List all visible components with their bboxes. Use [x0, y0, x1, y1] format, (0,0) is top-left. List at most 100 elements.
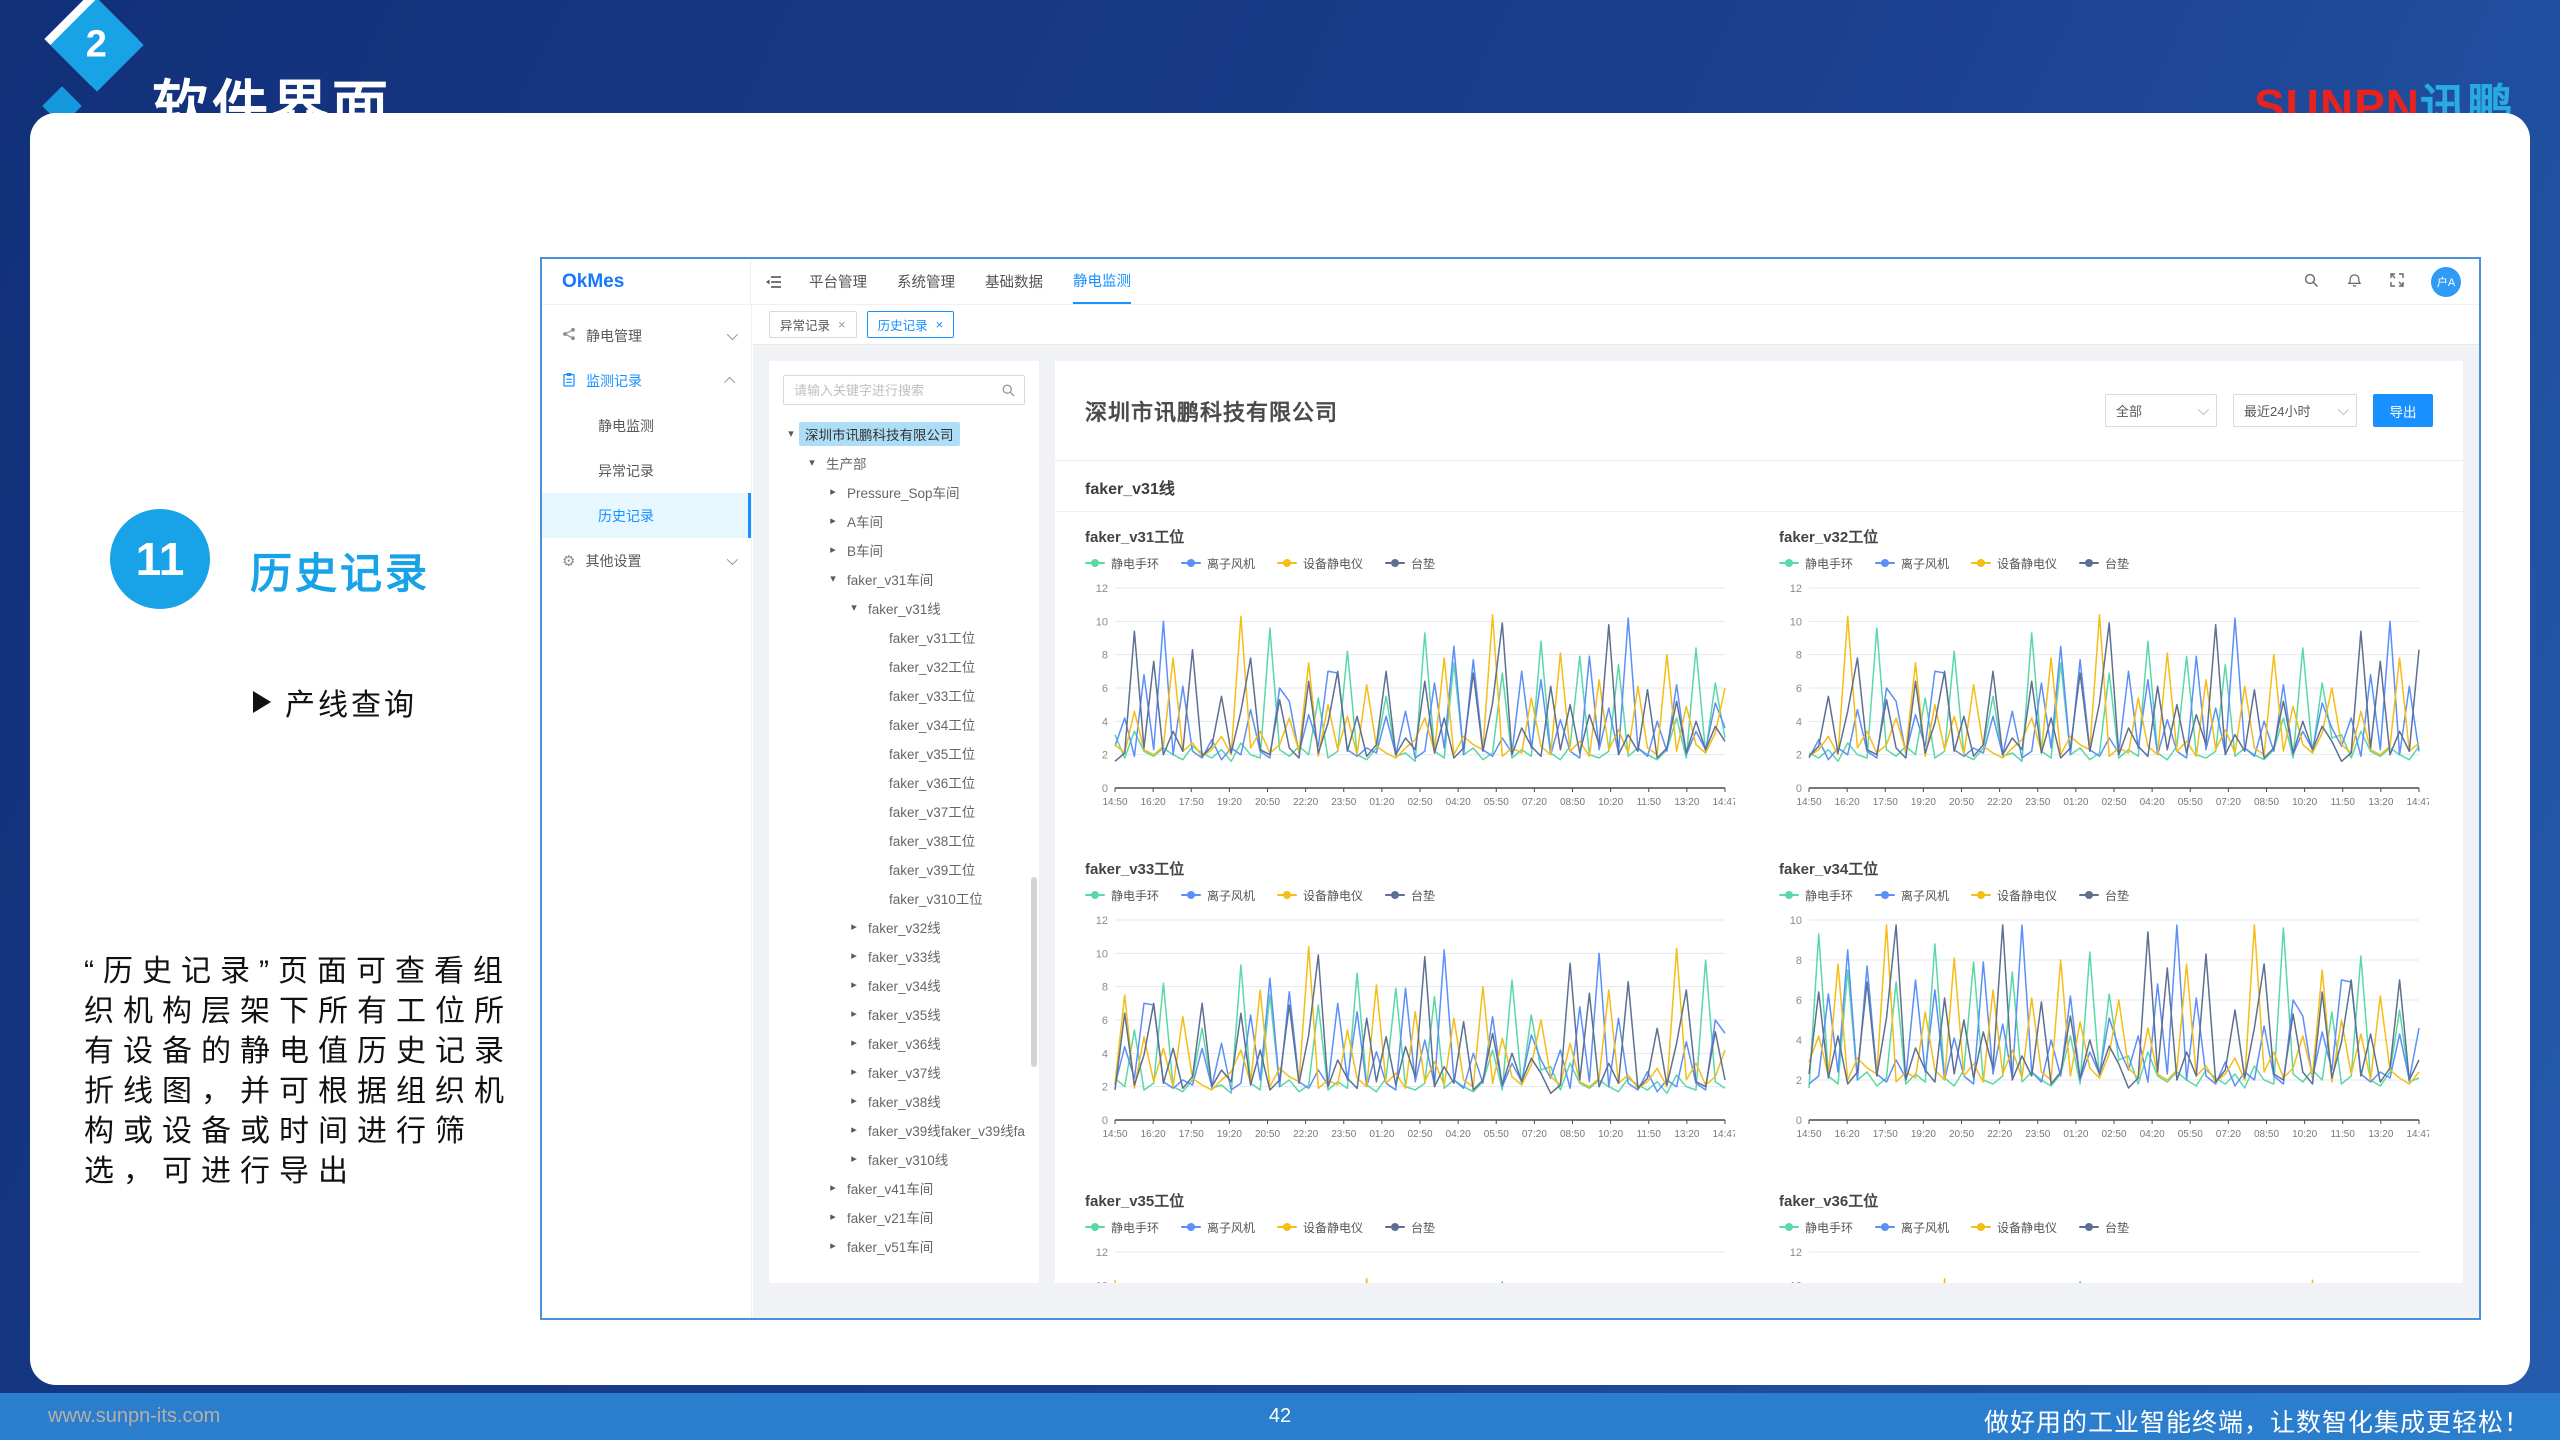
tree-node[interactable]: faker_v38工位: [783, 825, 1025, 854]
tree-node[interactable]: faker_v33工位: [783, 680, 1025, 709]
legend-item[interactable]: 静电手环: [1085, 1219, 1159, 1236]
legend-item[interactable]: 离子风机: [1181, 1219, 1255, 1236]
caret-closed-icon[interactable]: ▸: [825, 485, 841, 498]
sidebar-subitem-异常记录[interactable]: 异常记录: [542, 448, 751, 493]
export-button[interactable]: 导出: [2373, 394, 2433, 427]
nav-item[interactable]: 平台管理: [809, 259, 867, 304]
tree-node[interactable]: ▸faker_v34线: [783, 970, 1025, 999]
caret-open-icon[interactable]: ▾: [783, 427, 799, 440]
legend-item[interactable]: 设备静电仪: [1971, 887, 2057, 904]
tree-scrollbar[interactable]: [1031, 877, 1037, 1067]
tree-node[interactable]: faker_v37工位: [783, 796, 1025, 825]
tree-node[interactable]: ▸faker_v21车间: [783, 1202, 1025, 1231]
legend-item[interactable]: 离子风机: [1181, 555, 1255, 572]
legend-item[interactable]: 台垫: [1385, 887, 1435, 904]
tree-node[interactable]: ▾生产部: [783, 448, 1025, 477]
nav-item[interactable]: 基础数据: [985, 259, 1043, 304]
tab-close-icon[interactable]: ×: [838, 317, 846, 332]
tree-node[interactable]: faker_v31工位: [783, 622, 1025, 651]
tree-node[interactable]: faker_v34工位: [783, 709, 1025, 738]
tree-node[interactable]: ▸faker_v32线: [783, 912, 1025, 941]
tree-node[interactable]: ▸faker_v33线: [783, 941, 1025, 970]
search-icon[interactable]: [2303, 272, 2320, 292]
fullscreen-icon[interactable]: [2389, 272, 2405, 291]
legend-item[interactable]: 台垫: [2079, 555, 2129, 572]
legend-item[interactable]: 台垫: [1385, 1219, 1435, 1236]
search-icon[interactable]: [1001, 383, 1016, 401]
tab-close-icon[interactable]: ×: [936, 317, 944, 332]
tree-node[interactable]: faker_v39工位: [783, 854, 1025, 883]
legend-item[interactable]: 设备静电仪: [1277, 1219, 1363, 1236]
caret-closed-icon[interactable]: ▸: [825, 1181, 841, 1194]
tree-node[interactable]: ▾faker_v31线: [783, 593, 1025, 622]
legend-item[interactable]: 静电手环: [1779, 555, 1853, 572]
caret-closed-icon[interactable]: ▸: [846, 949, 862, 962]
tree-node[interactable]: ▸Pressure_Sop车间: [783, 477, 1025, 506]
sidebar-item-监测记录[interactable]: 监测记录: [542, 358, 751, 403]
tree-node-label: faker_v37工位: [883, 799, 981, 823]
legend-item[interactable]: 设备静电仪: [1971, 555, 2057, 572]
tree-node[interactable]: ▸faker_v310线: [783, 1144, 1025, 1173]
sidebar-item-其他设置[interactable]: ⚙其他设置: [542, 538, 751, 583]
caret-closed-icon[interactable]: ▸: [846, 1036, 862, 1049]
tree-node[interactable]: ▸faker_v38线: [783, 1086, 1025, 1115]
tree-node[interactable]: ▸faker_v51车间: [783, 1231, 1025, 1260]
legend-item[interactable]: 静电手环: [1779, 887, 1853, 904]
tree-node[interactable]: ▸faker_v37线: [783, 1057, 1025, 1086]
legend-item[interactable]: 台垫: [2079, 1219, 2129, 1236]
device-filter-select[interactable]: 全部: [2105, 394, 2217, 427]
tab[interactable]: 历史记录×: [867, 311, 955, 338]
caret-closed-icon[interactable]: ▸: [846, 1152, 862, 1165]
tree-node[interactable]: ▾深圳市讯鹏科技有限公司: [783, 419, 1025, 448]
legend-item[interactable]: 离子风机: [1875, 555, 1949, 572]
tree-node-label: faker_v33工位: [883, 683, 981, 707]
legend-label: 离子风机: [1207, 1219, 1255, 1236]
legend-item[interactable]: 设备静电仪: [1277, 555, 1363, 572]
legend-item[interactable]: 台垫: [1385, 555, 1435, 572]
tree-node[interactable]: ▸A车间: [783, 506, 1025, 535]
bell-icon[interactable]: [2346, 272, 2363, 292]
caret-open-icon[interactable]: ▾: [846, 601, 862, 614]
tree-node[interactable]: ▸faker_v41车间: [783, 1173, 1025, 1202]
caret-open-icon[interactable]: ▾: [825, 572, 841, 585]
legend-item[interactable]: 静电手环: [1085, 555, 1159, 572]
legend-item[interactable]: 台垫: [2079, 887, 2129, 904]
tree-search-input[interactable]: [794, 383, 996, 398]
tree-node[interactable]: faker_v32工位: [783, 651, 1025, 680]
tree-node[interactable]: faker_v36工位: [783, 767, 1025, 796]
tree-node[interactable]: ▾faker_v31车间: [783, 564, 1025, 593]
legend-item[interactable]: 设备静电仪: [1971, 1219, 2057, 1236]
time-filter-select[interactable]: 最近24小时: [2233, 394, 2357, 427]
menu-fold-icon[interactable]: [765, 273, 783, 291]
tree-node[interactable]: faker_v35工位: [783, 738, 1025, 767]
caret-closed-icon[interactable]: ▸: [846, 978, 862, 991]
tab[interactable]: 异常记录×: [769, 311, 857, 338]
legend-item[interactable]: 静电手环: [1779, 1219, 1853, 1236]
legend-item[interactable]: 设备静电仪: [1277, 887, 1363, 904]
legend-item[interactable]: 离子风机: [1181, 887, 1255, 904]
legend-item[interactable]: 离子风机: [1875, 887, 1949, 904]
tree-node[interactable]: ▸faker_v39线faker_v39线fak: [783, 1115, 1025, 1144]
caret-closed-icon[interactable]: ▸: [846, 1065, 862, 1078]
caret-closed-icon[interactable]: ▸: [846, 1123, 862, 1136]
sidebar-subitem-静电监测[interactable]: 静电监测: [542, 403, 751, 448]
caret-closed-icon[interactable]: ▸: [825, 543, 841, 556]
sidebar-subitem-历史记录[interactable]: 历史记录: [542, 493, 751, 538]
legend-item[interactable]: 静电手环: [1085, 887, 1159, 904]
caret-closed-icon[interactable]: ▸: [846, 1007, 862, 1020]
caret-closed-icon[interactable]: ▸: [846, 1094, 862, 1107]
caret-open-icon[interactable]: ▾: [804, 456, 820, 469]
tree-node[interactable]: ▸faker_v36线: [783, 1028, 1025, 1057]
nav-item[interactable]: 系统管理: [897, 259, 955, 304]
legend-item[interactable]: 离子风机: [1875, 1219, 1949, 1236]
caret-closed-icon[interactable]: ▸: [846, 920, 862, 933]
caret-closed-icon[interactable]: ▸: [825, 514, 841, 527]
tree-node[interactable]: ▸faker_v35线: [783, 999, 1025, 1028]
user-avatar[interactable]: 户A: [2431, 267, 2461, 297]
tree-node[interactable]: ▸B车间: [783, 535, 1025, 564]
caret-closed-icon[interactable]: ▸: [825, 1239, 841, 1252]
tree-node[interactable]: faker_v310工位: [783, 883, 1025, 912]
nav-item[interactable]: 静电监测: [1073, 259, 1131, 304]
caret-closed-icon[interactable]: ▸: [825, 1210, 841, 1223]
sidebar-item-静电管理[interactable]: 静电管理: [542, 313, 751, 358]
